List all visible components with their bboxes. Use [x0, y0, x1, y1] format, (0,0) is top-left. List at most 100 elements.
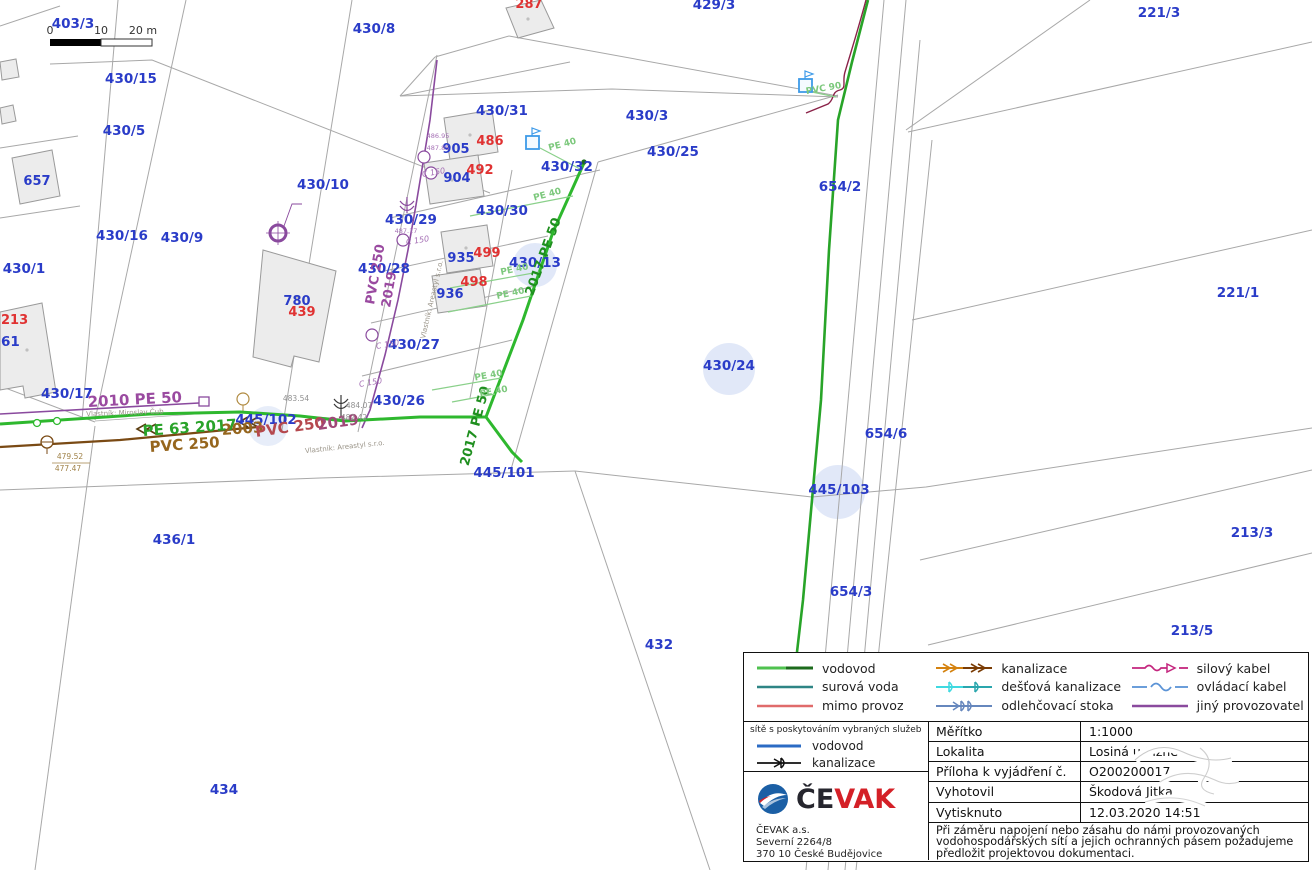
parcel-label: 430/5 — [103, 123, 146, 139]
elevation-label: 486.95 — [427, 132, 450, 140]
legend-item-mimo-provoz: mimo provoz — [756, 697, 935, 715]
red-number: 486 — [476, 134, 503, 149]
table-row: Lokalita Losiná u Plzně — [929, 742, 1308, 762]
parcel-label: 221/3 — [1138, 5, 1181, 21]
table-value: Škodová Jitka — [1081, 782, 1308, 801]
elevation-label: 487.85 — [427, 144, 450, 152]
pipe-label: PVC 250 — [149, 433, 220, 456]
legend-item-odlehcovaci-stoka: odlehčovací stoka — [935, 697, 1130, 715]
parcel-label: 430/31 — [476, 103, 528, 119]
brand-text-vak: VAK — [834, 784, 895, 815]
info-table: Měřítko 1:1000 Lokalita Losiná u Plzně P… — [929, 722, 1308, 860]
red-number: 498 — [460, 275, 487, 290]
table-label: Vytisknuto — [929, 803, 1081, 822]
parcel-label: 430/8 — [353, 21, 396, 37]
parcel-label: 430/9 — [161, 230, 204, 246]
parcel-label: 654/2 — [819, 179, 862, 195]
legend-label: ovládací kabel — [1197, 679, 1287, 694]
parcel-label: 403/3 — [52, 16, 95, 32]
table-value: Losiná u Plzně — [1081, 742, 1308, 761]
parcel-label: 430/10 — [297, 177, 349, 193]
table-value: O200200017 — [1081, 762, 1308, 781]
legend-label: mimo provoz — [822, 698, 904, 713]
vodovod-line-icon — [756, 662, 814, 674]
services-vodovod-line-icon — [756, 741, 802, 751]
services-item-kanalizace: kanalizace — [750, 754, 924, 771]
company-box: ČEVAK ČEVAK a.s. Severní 2264/8 370 10 Č… — [744, 772, 928, 861]
ovladaci-kabel-line-icon — [1131, 681, 1189, 693]
red-number: 492 — [466, 163, 493, 178]
jiny-provozovatel-lines — [0, 60, 437, 428]
services-label: kanalizace — [812, 756, 875, 770]
cevak-globe-icon — [756, 782, 790, 816]
parcel-label: 213/5 — [1171, 623, 1214, 639]
address-line: Severní 2264/8 — [756, 837, 922, 849]
map-screenshot: 0 10 20 m 403/3 430/8 429/3 221/3 430/15… — [0, 0, 1312, 870]
table-label: Měřítko — [929, 722, 1081, 741]
legend-label: surová voda — [822, 679, 899, 694]
legend-item-vodovod: vodovod — [756, 659, 935, 677]
legend-label: vodovod — [822, 661, 876, 676]
info-panel: vodovod surová voda mimo provoz — [743, 652, 1309, 862]
red-number: 499 — [473, 246, 500, 261]
owner-label: Vlastník: Areastyl s.r.o. — [305, 439, 385, 455]
pipe-dimension-label: C 150 — [358, 376, 383, 389]
parcel-label: 213/3 — [1231, 525, 1274, 541]
pipe-label: PE 40 — [547, 137, 577, 154]
parcel-label: 430/1 — [3, 261, 46, 277]
building-number: 935 — [447, 251, 474, 266]
address-line: 370 10 České Budějovice — [756, 849, 922, 861]
services-item-vodovod: vodovod — [750, 737, 924, 754]
elevation-label: 477.47 — [55, 464, 81, 473]
table-value: 12.03.2020 14:51 — [1081, 803, 1308, 822]
services-title: sítě s poskytováním vybraných služeb — [750, 725, 924, 735]
mimo-provoz-line-icon — [756, 700, 814, 712]
parcel-label: 654/3 — [830, 584, 873, 600]
parcel-label: 436/1 — [153, 532, 196, 548]
table-row: Příloha k vyjádření č. O200200017 — [929, 762, 1308, 782]
elevation-label: 484.07 — [346, 401, 372, 410]
pipe-label: 2010 PE 50 — [87, 388, 182, 411]
parcel-label: 430/3 — [626, 108, 669, 124]
elevation-label: 483.54 — [283, 394, 309, 403]
table-label: Vyhotovil — [929, 782, 1081, 801]
elevation-label: 487.17 — [395, 227, 418, 235]
services-label: vodovod — [812, 739, 863, 753]
building-number: 657 — [23, 174, 50, 189]
company-address: ČEVAK a.s. Severní 2264/8 370 10 České B… — [756, 825, 922, 861]
legend-item-jiny-provozovatel: jiný provozovatel — [1131, 697, 1308, 715]
elevation-label: 479.52 — [57, 452, 83, 461]
cevak-logo: ČEVAK — [756, 782, 922, 816]
address-line: ČEVAK a.s. — [756, 825, 922, 837]
parcel-label: 445/101 — [473, 465, 534, 481]
table-row: Měřítko 1:1000 — [929, 722, 1308, 742]
red-number: 287 — [515, 0, 542, 12]
parcel-label: 430/25 — [647, 144, 699, 160]
legend: vodovod surová voda mimo provoz — [744, 653, 1308, 722]
parcel-label: 430/30 — [476, 203, 528, 219]
parcel-label: 430/16 — [96, 228, 148, 244]
legend-item-silovy-kabel: silový kabel — [1131, 659, 1308, 677]
legend-item-surova-voda: surová voda — [756, 678, 935, 696]
parcel-label: 430/17 — [41, 386, 93, 402]
legend-item-destova-kanalizace: dešťová kanalizace — [935, 678, 1130, 696]
scale-tick-20: 20 m — [129, 24, 157, 37]
silovy-kabel-line-icon — [1131, 662, 1189, 674]
table-row: Vyhotovil Škodová Jitka — [929, 782, 1308, 802]
services-kanalizace-line-icon — [756, 757, 802, 769]
parcel-label: 61 — [1, 334, 20, 350]
parcel-label: 430/26 — [373, 393, 425, 409]
brand-text-ce: ČE — [796, 784, 834, 815]
parcel-label: 430/29 — [385, 212, 437, 228]
parcel-label: 434 — [210, 782, 238, 798]
parcel-label: 654/6 — [865, 426, 908, 442]
parcel-label: 430/32 — [541, 159, 593, 175]
legend-label: kanalizace — [1001, 661, 1067, 676]
legend-item-kanalizace: kanalizace — [935, 659, 1130, 677]
legend-label: silový kabel — [1197, 661, 1271, 676]
table-note: Při záměru napojení nebo zásahu do námi … — [929, 823, 1308, 860]
red-number: 213 — [1, 313, 28, 328]
legend-label: dešťová kanalizace — [1001, 679, 1121, 694]
table-row: Vytisknuto 12.03.2020 14:51 — [929, 803, 1308, 823]
legend-label: jiný provozovatel — [1197, 698, 1304, 713]
